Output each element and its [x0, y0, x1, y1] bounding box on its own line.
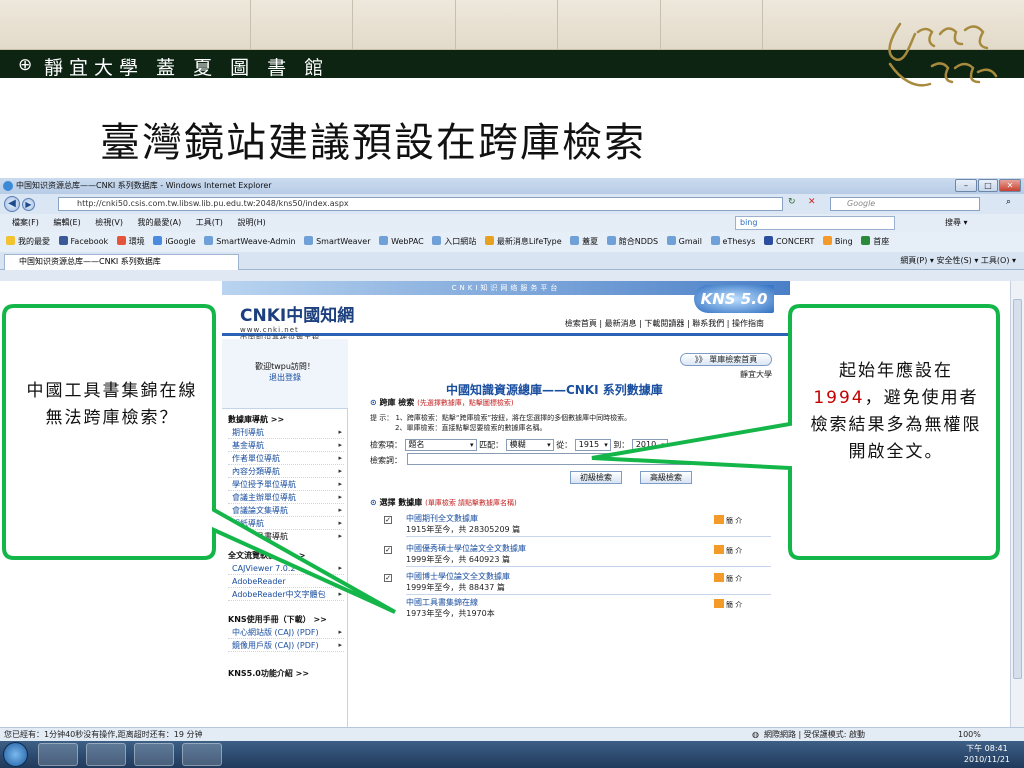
right-callout-text: 起始年應設在1994，避免使用者檢索結果多為無權限開啟全文。: [810, 361, 982, 462]
callout-year: 1994: [813, 388, 865, 408]
left-callout: [2, 304, 396, 614]
left-callout-text: 中國工具書集錦在線 無法跨庫檢索？: [26, 381, 198, 428]
